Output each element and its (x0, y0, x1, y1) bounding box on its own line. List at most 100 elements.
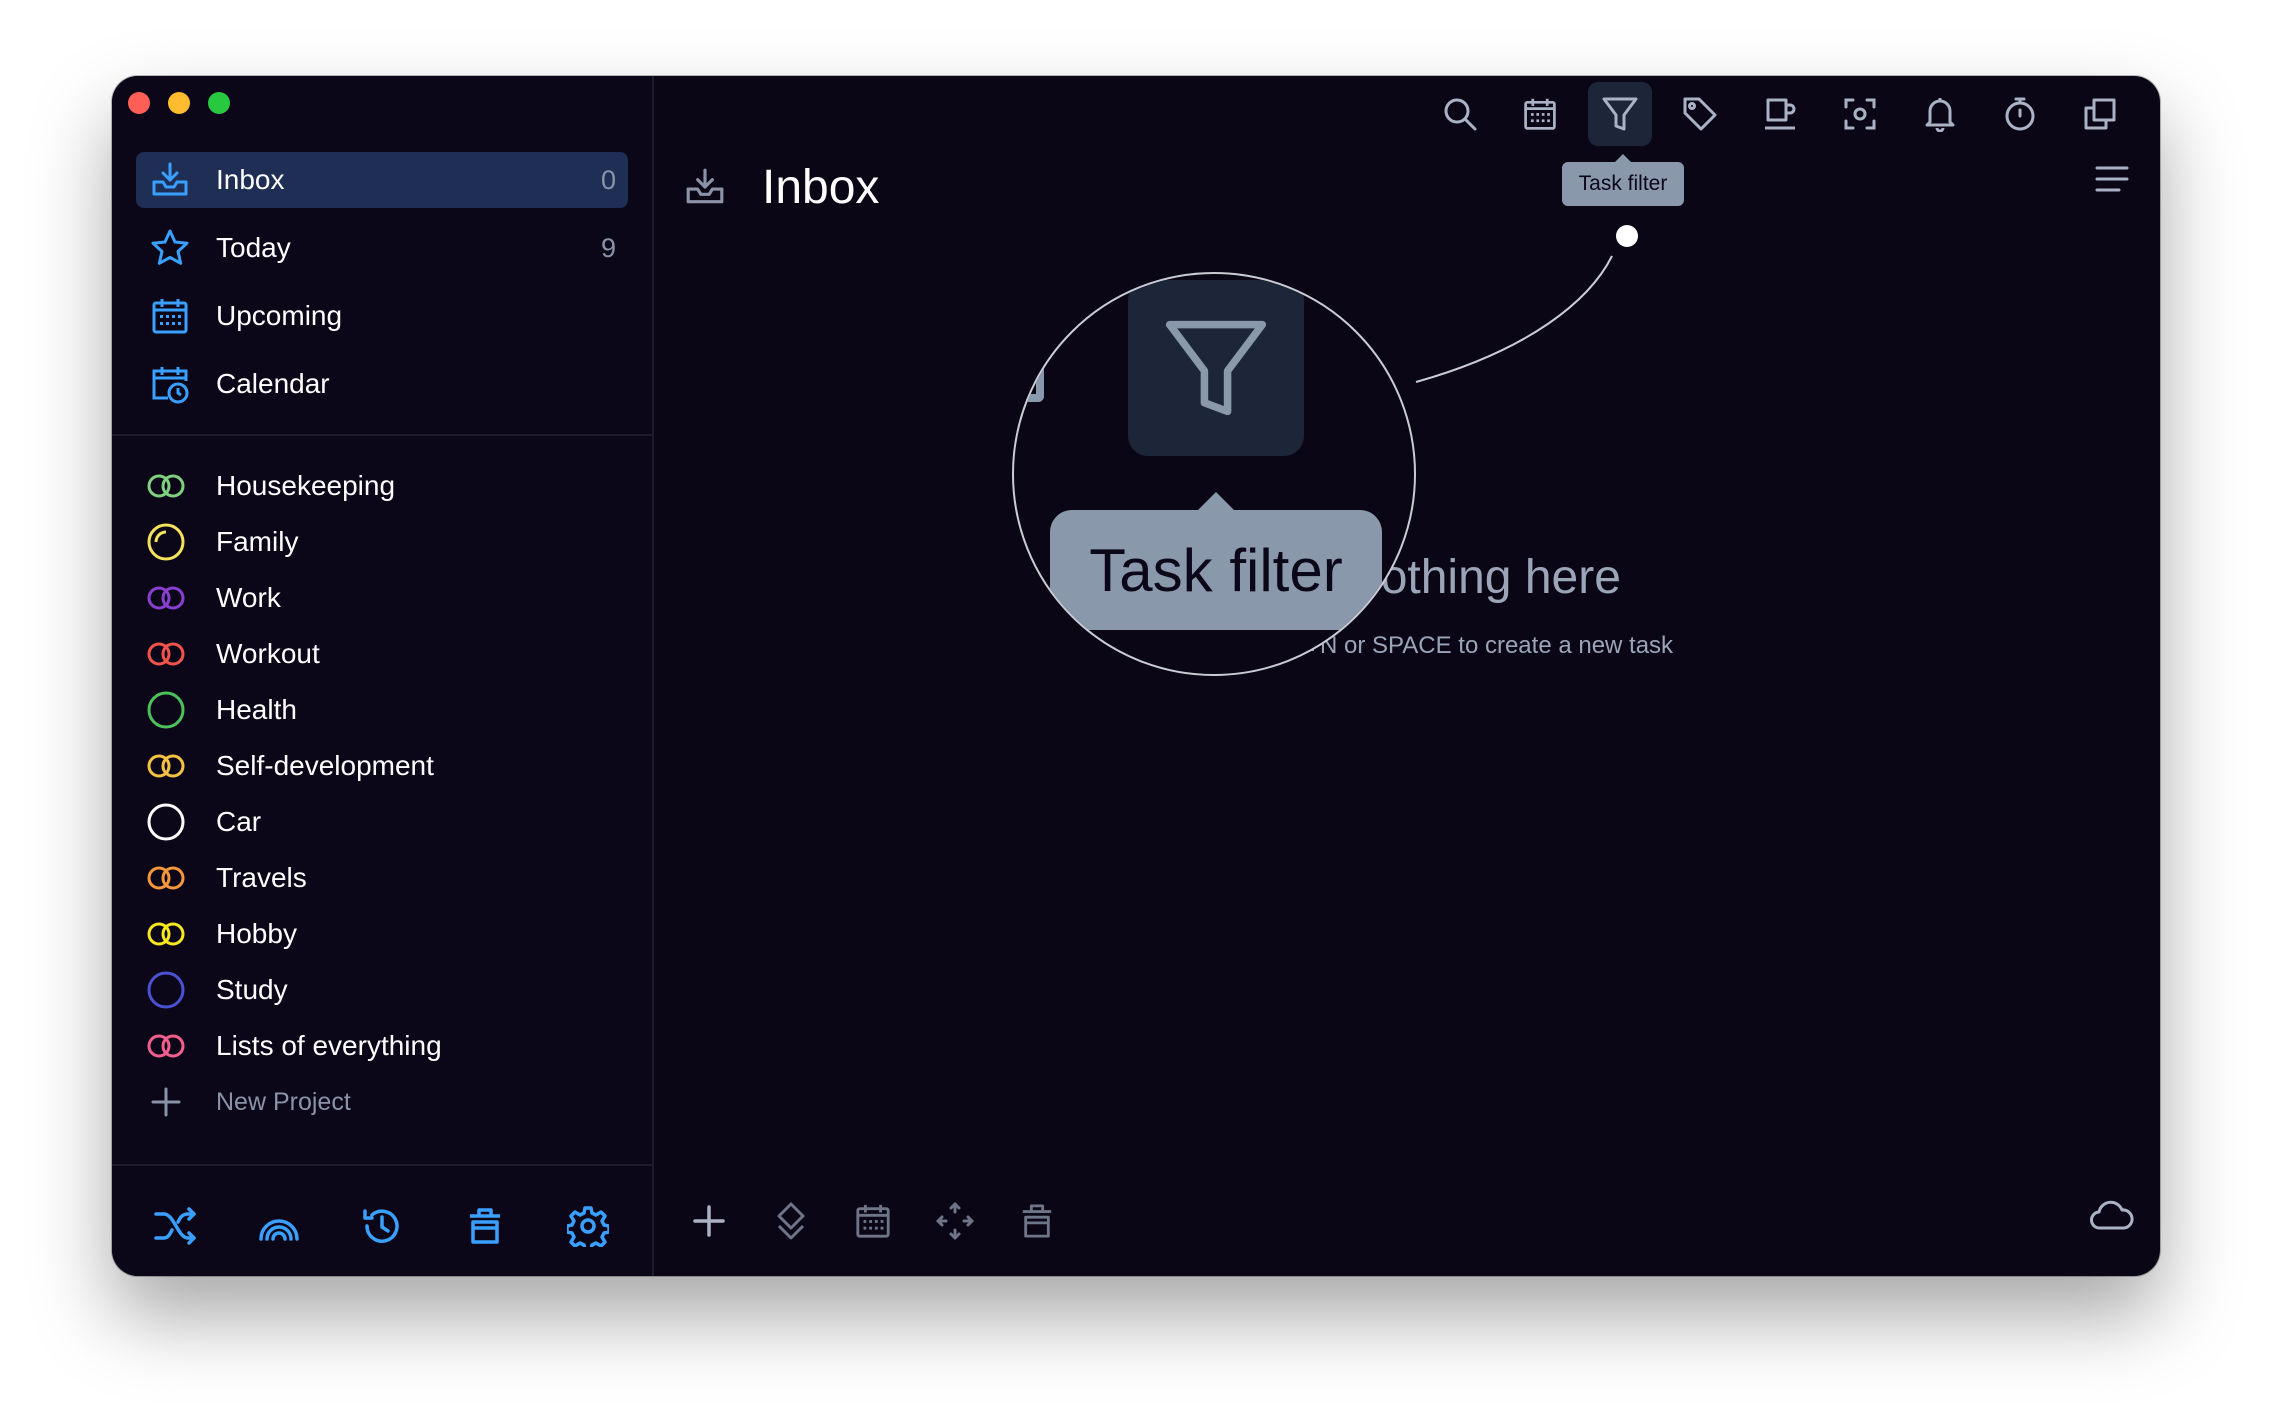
nav-label: Calendar (216, 368, 330, 399)
move-arrows-icon[interactable] (930, 1196, 980, 1246)
linked-rings-icon (144, 576, 188, 620)
close-window-button[interactable] (128, 92, 150, 114)
partial-ring-icon (144, 520, 188, 564)
project-label: Car (216, 806, 262, 837)
app-window: Inbox 0 Today 9 Upcoming Calendar Housek… (112, 76, 2160, 1276)
linked-rings-icon (144, 632, 188, 676)
project-label: Study (216, 974, 288, 1005)
window-controls (128, 92, 230, 114)
search-icon (1444, 98, 1477, 131)
star-icon (148, 226, 192, 270)
new-project-label: New Project (216, 1087, 351, 1116)
magnified-task-filter-button (1128, 280, 1304, 456)
ring-icon (144, 968, 188, 1012)
project-list: Housekeeping Family Work Workout Health … (144, 458, 624, 1130)
trash-icon[interactable] (461, 1202, 509, 1250)
empty-state-hint: +N or SPACE to create a new task (1306, 632, 1674, 659)
nav-count: 0 (600, 164, 616, 195)
break-button[interactable] (1748, 82, 1812, 146)
sidebar-bottom-bar (112, 1196, 652, 1256)
magnified-tooltip: Task filter (1050, 492, 1382, 630)
zoom-window-button[interactable] (208, 92, 230, 114)
gear-icon[interactable] (564, 1202, 612, 1250)
hamburger-menu-icon[interactable] (2094, 164, 2130, 199)
linked-rings-icon (144, 464, 188, 508)
calendar-button[interactable] (1508, 82, 1572, 146)
main-panel: Task filter Inbox nothing here +N or SPA… (654, 76, 2160, 1276)
project-label: Housekeeping (216, 470, 396, 501)
project-workout[interactable]: Workout (144, 626, 624, 682)
focus-button[interactable] (1828, 82, 1892, 146)
nav-item-calendar[interactable]: Calendar (136, 356, 628, 412)
project-lists-of-everything[interactable]: Lists of everything (144, 1018, 624, 1074)
nav-item-upcoming[interactable]: Upcoming (136, 288, 628, 344)
search-button[interactable] (1428, 82, 1492, 146)
project-family[interactable]: Family (144, 514, 624, 570)
linked-rings-icon (144, 1024, 188, 1068)
priority-diamond-icon[interactable] (766, 1196, 816, 1246)
plus-icon (144, 1080, 188, 1124)
linked-rings-icon (144, 744, 188, 788)
nav-item-today[interactable]: Today 9 (136, 220, 628, 276)
project-travels[interactable]: Travels (144, 850, 624, 906)
inbox-tray-icon (684, 163, 732, 211)
bell-icon (1925, 98, 1955, 132)
project-hobby[interactable]: Hobby (144, 906, 624, 962)
filter-funnel-icon (1165, 320, 1267, 416)
page-header: Inbox (684, 152, 879, 222)
project-label: Travels (216, 862, 307, 893)
trash-icon[interactable] (1012, 1196, 1062, 1246)
history-icon[interactable] (358, 1202, 406, 1250)
focus-target-icon (1844, 98, 1876, 130)
project-label: Workout (216, 638, 320, 669)
page-title: Inbox (762, 160, 880, 214)
nav-count: 9 (600, 232, 616, 263)
task-filter-button[interactable] (1588, 82, 1652, 146)
project-label: Self-development (216, 750, 434, 781)
coffee-cup-icon (1765, 98, 1796, 130)
linked-rings-icon (144, 856, 188, 900)
filter-funnel-icon (1602, 97, 1638, 131)
new-project-button[interactable]: New Project (144, 1074, 624, 1130)
project-label: Health (216, 694, 297, 725)
linked-rings-icon (144, 912, 188, 956)
project-work[interactable]: Work (144, 570, 624, 626)
minimize-window-button[interactable] (168, 92, 190, 114)
shuffle-icon[interactable] (152, 1202, 200, 1250)
sidebar-divider (112, 434, 652, 436)
sidebar-bottom-divider (112, 1164, 652, 1166)
project-health[interactable]: Health (144, 682, 624, 738)
calendar-clock-icon (148, 362, 192, 406)
rainbow-icon[interactable] (255, 1202, 303, 1250)
project-self-development[interactable]: Self-development (144, 738, 624, 794)
copy-windows-icon (2084, 98, 2116, 130)
inbox-tray-icon (148, 158, 192, 202)
add-task-plus-icon[interactable] (684, 1196, 734, 1246)
ring-icon (144, 800, 188, 844)
cloud-sync-icon[interactable] (2090, 1200, 2134, 1237)
main-nav: Inbox 0 Today 9 Upcoming Calendar (136, 152, 628, 424)
project-label: Family (216, 526, 299, 557)
calendar-grid-icon (1524, 98, 1556, 130)
timer-button[interactable] (1988, 82, 2052, 146)
calendar-grid-icon[interactable] (848, 1196, 898, 1246)
nav-label: Today (216, 232, 291, 263)
main-bottom-toolbar (684, 1196, 1062, 1246)
magnifier-callout: Task filter (1012, 272, 1416, 676)
nav-label: Inbox (216, 164, 285, 195)
project-label: Lists of everything (216, 1030, 442, 1061)
nav-item-inbox[interactable]: Inbox 0 (136, 152, 628, 208)
project-label: Work (216, 582, 281, 613)
tags-button[interactable] (1668, 82, 1732, 146)
notifications-button[interactable] (1908, 82, 1972, 146)
project-car[interactable]: Car (144, 794, 624, 850)
project-housekeeping[interactable]: Housekeeping (144, 458, 624, 514)
windows-button[interactable] (2068, 82, 2132, 146)
project-label: Hobby (216, 918, 297, 949)
tag-icon (1683, 97, 1717, 131)
calendar-grid-icon (148, 294, 192, 338)
stopwatch-icon (2005, 97, 2035, 131)
ring-icon (144, 688, 188, 732)
project-study[interactable]: Study (144, 962, 624, 1018)
main-toolbar (1428, 82, 2132, 146)
